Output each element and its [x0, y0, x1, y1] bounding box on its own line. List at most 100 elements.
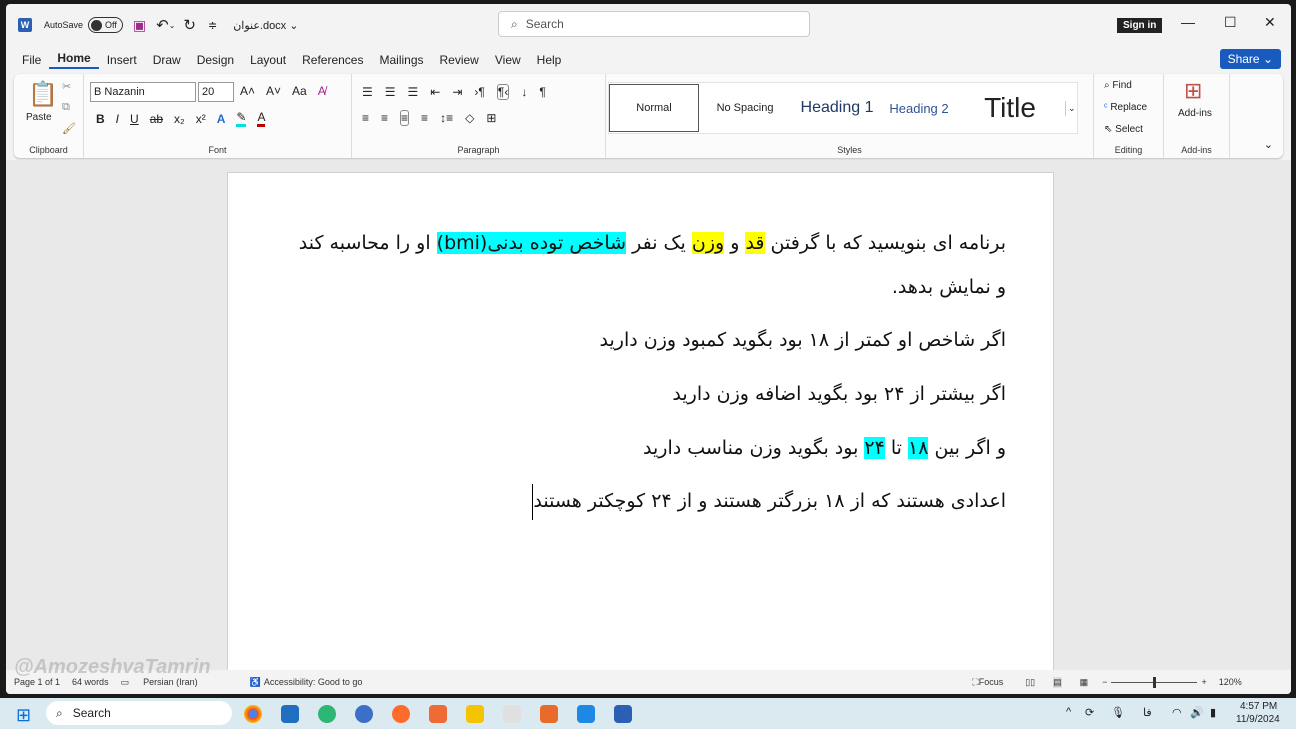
- chevron-down-icon[interactable]: ⌄: [289, 19, 298, 32]
- sign-in-button[interactable]: Sign in: [1117, 18, 1163, 33]
- decrease-indent-icon[interactable]: ⇤: [430, 85, 440, 99]
- clear-formatting-icon[interactable]: A̸: [318, 84, 326, 98]
- undo-dropdown-icon[interactable]: ⌄: [169, 21, 176, 30]
- language-indicator[interactable]: فا: [1143, 706, 1152, 719]
- redo-icon[interactable]: ↻: [183, 16, 196, 34]
- tab-draw[interactable]: Draw: [145, 53, 189, 67]
- taskbar-search[interactable]: ⌕ Search: [46, 701, 232, 725]
- app-icon[interactable]: [429, 705, 447, 723]
- store-icon[interactable]: [281, 705, 299, 723]
- select-button[interactable]: Select: [1115, 124, 1143, 135]
- share-button[interactable]: Share ⌄: [1219, 49, 1281, 69]
- font-size-select[interactable]: 20: [198, 82, 234, 102]
- maximize-icon[interactable]: ☐: [1224, 14, 1237, 31]
- align-center-icon[interactable]: ≡: [381, 111, 388, 125]
- zoom-slider-thumb[interactable]: [1153, 676, 1157, 688]
- autosave-toggle[interactable]: Off: [88, 17, 123, 33]
- format-painter-icon[interactable]: 🖌: [62, 122, 76, 135]
- save-icon[interactable]: ▣: [133, 17, 146, 34]
- tab-review[interactable]: Review: [432, 53, 487, 67]
- show-hidden-icons[interactable]: ^: [1066, 706, 1071, 718]
- document-title[interactable]: عنوان.docx: [233, 19, 286, 32]
- clock-date[interactable]: 11/9/2024: [1236, 714, 1280, 725]
- volume-icon[interactable]: 🔊: [1190, 706, 1204, 719]
- add-ins-button[interactable]: Add-ins: [1178, 108, 1212, 119]
- highlight-icon[interactable]: ✎: [236, 110, 247, 127]
- read-mode-icon[interactable]: ▯▯: [1025, 677, 1035, 688]
- justify-icon[interactable]: ≡: [421, 111, 428, 125]
- tab-file[interactable]: File: [14, 53, 49, 67]
- borders-icon[interactable]: ⊞: [486, 111, 496, 125]
- tab-layout[interactable]: Layout: [242, 53, 294, 67]
- zoom-slider[interactable]: [1111, 676, 1198, 688]
- zoom-in-icon[interactable]: +: [1201, 677, 1206, 687]
- browser-icon[interactable]: [355, 705, 373, 723]
- increase-indent-icon[interactable]: ⇥: [452, 85, 462, 99]
- font-name-select[interactable]: B Nazanin: [90, 82, 196, 102]
- windows-start-icon[interactable]: ⊞: [16, 705, 31, 726]
- tab-help[interactable]: Help: [529, 53, 570, 67]
- line-spacing-icon[interactable]: ↕≡: [440, 111, 453, 125]
- bold-button[interactable]: B: [96, 112, 105, 126]
- replace-button[interactable]: Replace: [1110, 102, 1147, 113]
- superscript-button[interactable]: x²: [196, 112, 206, 126]
- tab-design[interactable]: Design: [189, 53, 242, 67]
- microphone-icon[interactable]: 🎙: [1111, 706, 1125, 719]
- document-page[interactable]: برنامه ای بنویسید که با گرفتن قد و وزن ی…: [227, 172, 1054, 682]
- font-color-icon[interactable]: A: [257, 110, 266, 127]
- ltr-icon[interactable]: ›¶: [474, 85, 484, 99]
- text-effects-icon[interactable]: A: [217, 112, 226, 126]
- focus-button[interactable]: Focus: [979, 677, 1004, 687]
- tab-references[interactable]: References: [294, 53, 371, 67]
- wifi-icon[interactable]: ◠: [1172, 706, 1182, 719]
- tab-home[interactable]: Home: [49, 51, 99, 69]
- tab-view[interactable]: View: [487, 53, 529, 67]
- accessibility-status[interactable]: Accessibility: Good to go: [264, 677, 363, 687]
- search-box[interactable]: ⌕ Search: [498, 11, 810, 37]
- strikethrough-button[interactable]: ab: [150, 112, 163, 126]
- grow-font-icon[interactable]: A˄: [240, 84, 255, 98]
- snipping-tool-icon[interactable]: [503, 705, 521, 723]
- vscode-icon[interactable]: [577, 705, 595, 723]
- underline-button[interactable]: U: [130, 112, 139, 126]
- word-taskbar-icon[interactable]: [614, 705, 632, 723]
- chrome-icon[interactable]: [244, 705, 262, 723]
- add-ins-icon[interactable]: ⊞: [1184, 78, 1202, 104]
- firefox-icon[interactable]: [392, 705, 410, 723]
- multilevel-list-icon[interactable]: ☰: [408, 85, 419, 99]
- align-right-icon[interactable]: ≡: [400, 110, 410, 126]
- align-left-icon[interactable]: ≡: [362, 111, 369, 125]
- italic-button[interactable]: I: [116, 112, 119, 126]
- minimize-icon[interactable]: —: [1181, 14, 1195, 30]
- shading-icon[interactable]: ◇: [465, 111, 474, 125]
- bullets-icon[interactable]: ☰: [362, 85, 373, 99]
- zoom-level[interactable]: 120%: [1219, 677, 1242, 687]
- paste-button[interactable]: Paste: [26, 112, 52, 123]
- zoom-out-icon[interactable]: −: [1102, 677, 1107, 687]
- web-layout-icon[interactable]: ▦: [1080, 677, 1089, 688]
- sort-icon[interactable]: ↓: [521, 85, 527, 99]
- battery-icon[interactable]: ▮: [1210, 706, 1216, 719]
- show-marks-button[interactable]: ¶: [539, 85, 545, 99]
- tab-mailings[interactable]: Mailings: [371, 53, 431, 67]
- print-layout-icon[interactable]: ▤: [1053, 676, 1062, 688]
- sync-icon[interactable]: ⟳: [1085, 706, 1094, 719]
- copy-icon[interactable]: ⧉: [62, 101, 70, 114]
- file-explorer-icon[interactable]: [466, 705, 484, 723]
- rtl-icon[interactable]: ¶‹: [496, 84, 510, 100]
- xampp-icon[interactable]: [540, 705, 558, 723]
- find-button[interactable]: Find: [1112, 80, 1131, 91]
- paste-icon[interactable]: 📋: [28, 80, 58, 109]
- edge-icon[interactable]: [318, 705, 336, 723]
- close-icon[interactable]: ✕: [1264, 14, 1276, 31]
- tab-insert[interactable]: Insert: [99, 53, 145, 67]
- change-case-button[interactable]: Aa: [292, 84, 307, 98]
- cut-icon[interactable]: ✂: [62, 80, 71, 93]
- clock-time[interactable]: 4:57 PM: [1240, 701, 1277, 712]
- undo-icon[interactable]: ↶: [156, 16, 169, 34]
- customize-qat-icon[interactable]: ≑: [208, 19, 217, 32]
- numbering-icon[interactable]: ☰: [385, 85, 396, 99]
- collapse-ribbon-icon[interactable]: ⌄: [1264, 138, 1273, 151]
- subscript-button[interactable]: x₂: [174, 112, 185, 126]
- shrink-font-icon[interactable]: A˅: [266, 84, 281, 98]
